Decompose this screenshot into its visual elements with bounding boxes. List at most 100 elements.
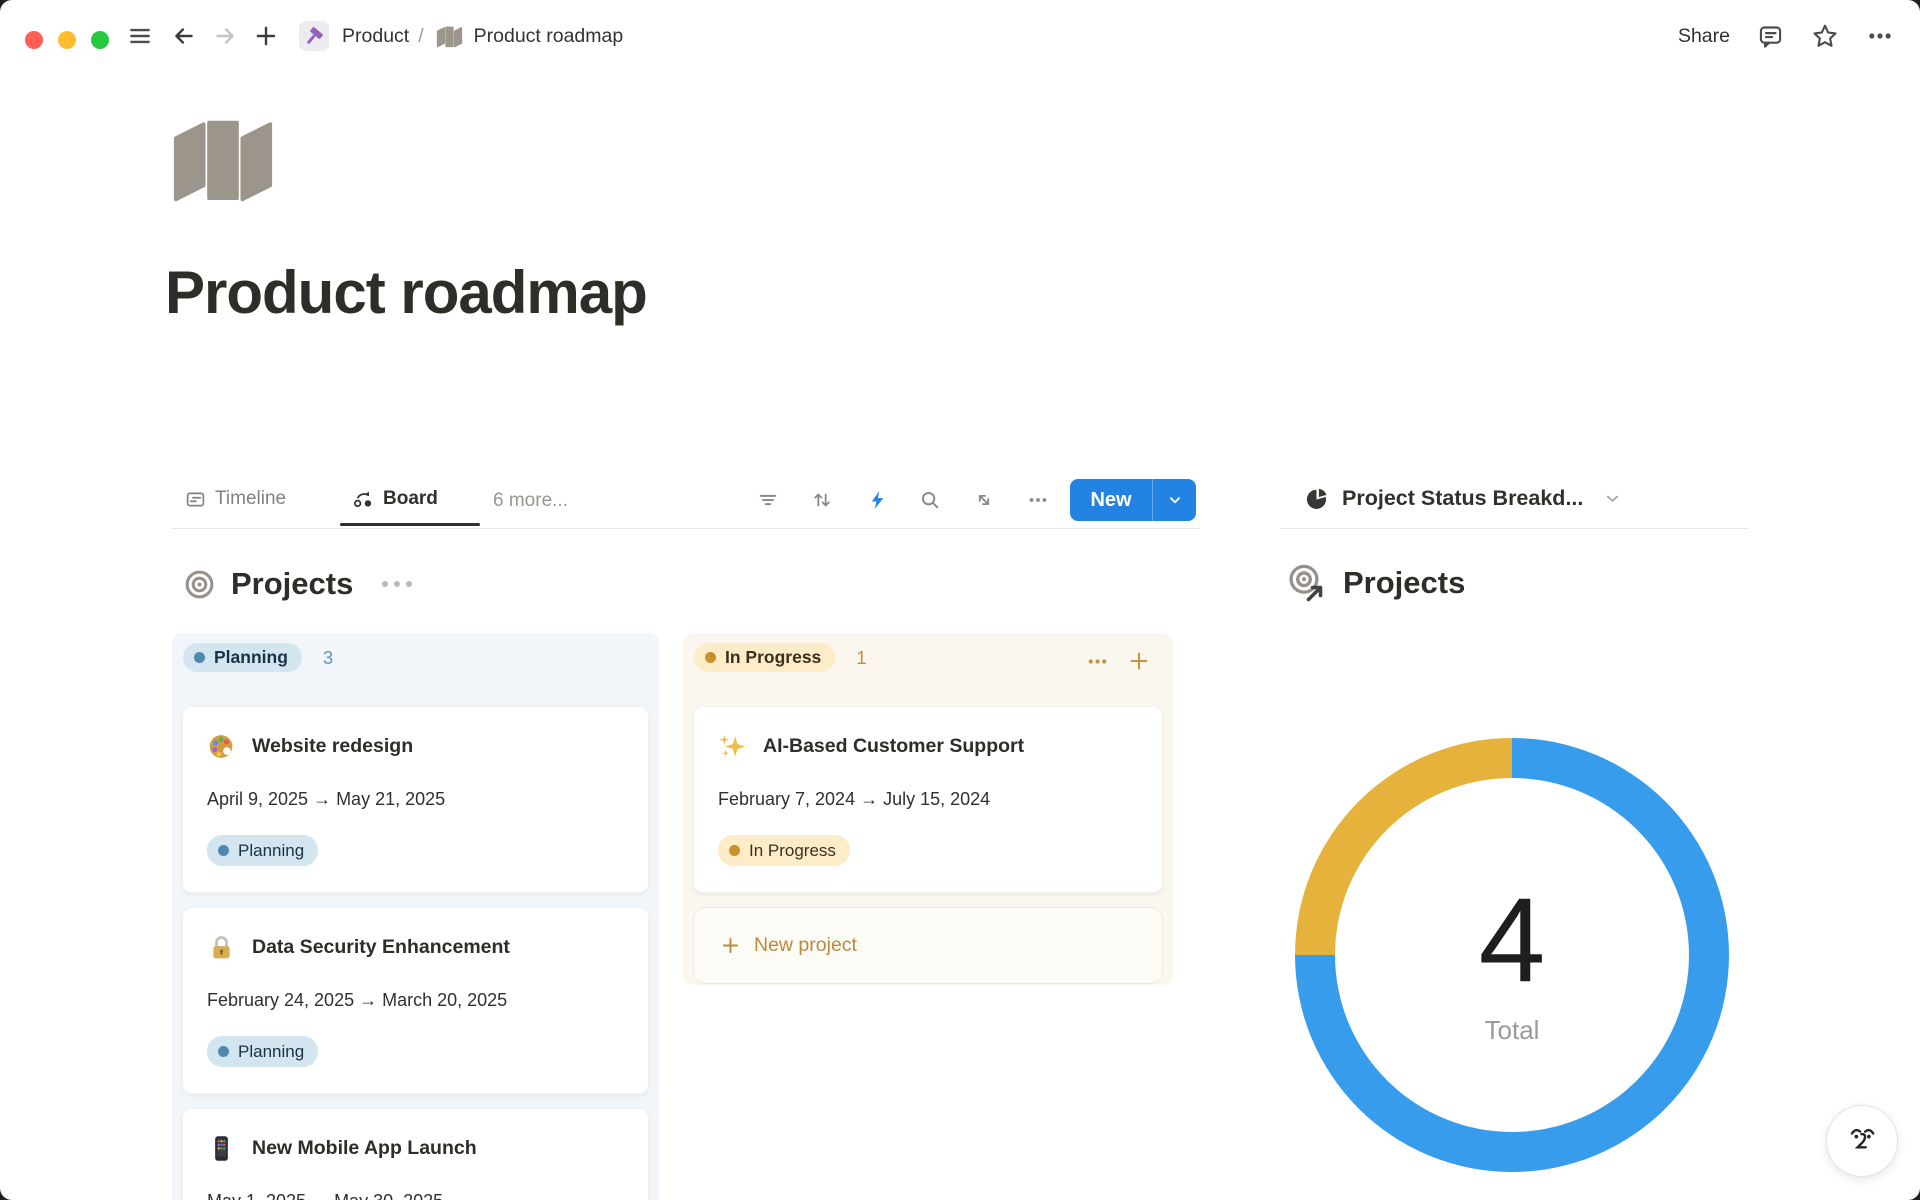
card-status-label: Planning [238,841,304,861]
donut-total-value: 4 [1479,889,1546,991]
card-status-pill[interactable]: Planning [207,835,318,866]
donut-hole: 4 Total [1335,778,1689,1132]
card-title: Data Security Enhancement [252,936,510,959]
tab-timeline[interactable]: Timeline [185,488,286,510]
view-divider-right [1281,528,1748,529]
status-dot [705,652,716,663]
palette-icon [207,732,236,761]
sparkles-icon [718,732,747,761]
notion-window: Product / Product roadmap Share Product … [0,0,1920,1200]
column-actions [1086,649,1151,673]
card-mobile-app[interactable]: New Mobile App Launch May 1, 2025 → May … [182,1108,649,1200]
sort-icon[interactable] [811,489,833,511]
sidebar-menu-icon[interactable] [127,23,153,49]
topbar-left: Product / Product roadmap [127,0,623,72]
notion-ai-button[interactable] [1826,1105,1898,1177]
card-title: Website redesign [252,735,413,758]
section-options-icon[interactable] [382,581,412,587]
card-dates: February 7, 2024 → July 15, 2024 [718,789,1138,811]
search-icon[interactable] [919,489,941,511]
view-options-icon[interactable] [1027,489,1049,511]
column-in-progress: In Progress 1 AI-Based Customer Support … [683,633,1173,985]
card-title: New Mobile App Launch [252,1137,477,1160]
card-ai-support[interactable]: AI-Based Customer Support February 7, 20… [693,706,1163,893]
new-button[interactable]: New [1070,479,1196,521]
tab-more-views[interactable]: 6 more... [493,490,568,512]
pie-chart-icon [1304,486,1329,511]
automation-lightning-icon[interactable] [867,489,889,511]
page-title: Product roadmap [165,258,647,327]
more-options-icon[interactable] [1866,22,1894,50]
card-status-label: Planning [238,1042,304,1062]
card-status-label: In Progress [749,841,836,861]
status-breakdown-donut-chart[interactable]: 4 Total [1295,738,1729,1172]
expand-view-icon[interactable] [973,489,995,511]
chart-view-header[interactable]: Project Status Breakd... [1304,486,1622,511]
column-options-icon[interactable] [1086,650,1109,673]
card-dates: February 24, 2025 → March 20, 2025 [207,990,624,1012]
status-dot [729,845,740,856]
add-card-plus-icon[interactable] [1127,649,1151,673]
in-progress-cards: AI-Based Customer Support February 7, 20… [693,706,1163,984]
board-section-title: Projects [231,566,353,602]
favorite-star-icon[interactable] [1811,22,1839,50]
status-dot [218,845,229,856]
breadcrumb-page[interactable]: Product roadmap [474,25,624,48]
column-count: 3 [323,647,333,669]
card-status-pill[interactable]: Planning [207,1036,318,1067]
card-status-pill[interactable]: In Progress [718,835,850,866]
new-button-chevron-icon[interactable] [1153,491,1196,509]
window-minimize-button[interactable] [58,31,76,49]
new-project-label: New project [754,934,857,957]
status-pill-label: Planning [214,647,288,668]
workspace-hammer-icon[interactable] [299,21,329,51]
mobile-phone-icon [207,1134,236,1163]
tab-timeline-label: Timeline [215,488,286,510]
card-dates: April 9, 2025 → May 21, 2025 [207,789,624,811]
plus-icon [720,935,741,956]
window-close-button[interactable] [25,31,43,49]
column-in-progress-header[interactable]: In Progress 1 [694,643,867,672]
ai-face-icon [1842,1121,1882,1161]
window-zoom-button[interactable] [91,31,109,49]
chevron-down-icon[interactable] [1603,489,1622,508]
column-planning-header[interactable]: Planning 3 [183,643,333,672]
card-title: AI-Based Customer Support [763,735,1024,758]
target-icon [183,568,216,601]
linked-target-icon [1286,562,1328,604]
card-data-security[interactable]: Data Security Enhancement February 24, 2… [182,907,649,1094]
active-tab-underline [340,523,480,526]
tab-board[interactable]: Board [352,488,438,510]
new-project-button[interactable]: New project [693,907,1163,984]
comments-icon[interactable] [1757,23,1784,50]
page-map-icon[interactable] [170,116,276,202]
filter-icon[interactable] [757,489,779,511]
new-tab-plus-icon[interactable] [253,23,279,49]
status-pill-in-progress[interactable]: In Progress [694,643,835,672]
breadcrumb-separator: / [418,25,423,48]
share-button[interactable]: Share [1678,25,1730,48]
card-dates: May 1, 2025 → May 30, 2025 [207,1191,624,1200]
back-button[interactable] [171,23,197,49]
tab-board-label: Board [383,488,438,510]
new-button-label: New [1070,489,1152,512]
chart-section-title: Projects [1343,565,1465,601]
status-pill-label: In Progress [725,647,821,668]
donut-total-label: Total [1485,1015,1540,1046]
status-pill-planning[interactable]: Planning [183,643,302,672]
view-divider-left [172,528,1200,529]
column-planning: Planning 3 Website redesign April 9, 202… [172,633,659,1200]
status-dot [194,652,205,663]
map-icon [436,25,463,48]
lock-icon [207,933,236,962]
planning-cards: Website redesign April 9, 2025 → May 21,… [182,706,649,1200]
chart-section-header: Projects [1286,562,1465,604]
status-dot [218,1046,229,1057]
card-website-redesign[interactable]: Website redesign April 9, 2025 → May 21,… [182,706,649,893]
column-count: 1 [856,647,866,669]
chart-view-title: Project Status Breakd... [1342,486,1583,511]
topbar-right: Share [1678,0,1894,72]
board-section-header: Projects [183,566,412,602]
breadcrumb-workspace[interactable]: Product [342,25,409,48]
forward-button[interactable] [212,23,238,49]
